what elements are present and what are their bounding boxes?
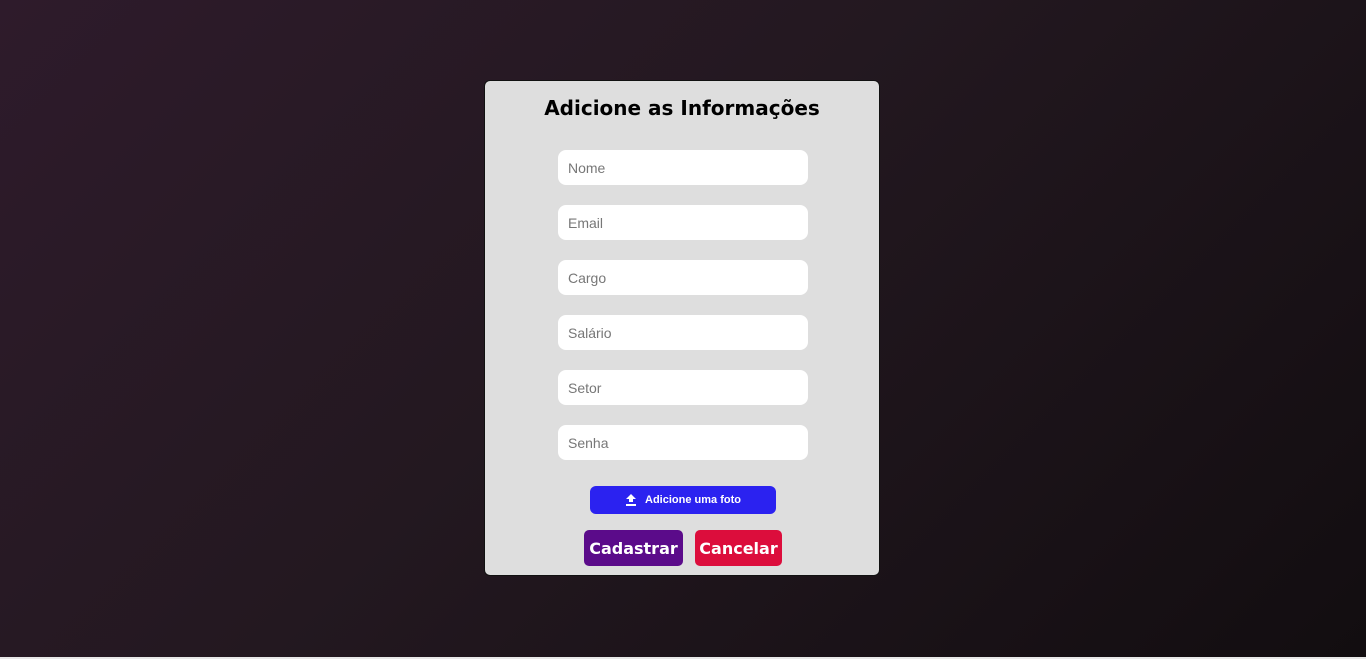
cargo-input[interactable]	[558, 260, 808, 295]
upload-photo-button[interactable]: Adicione uma foto	[590, 486, 776, 514]
cancel-button[interactable]: Cancelar	[695, 530, 782, 566]
submit-button[interactable]: Cadastrar	[584, 530, 683, 566]
salary-input[interactable]	[558, 315, 808, 350]
sector-input[interactable]	[558, 370, 808, 405]
email-input[interactable]	[558, 205, 808, 240]
registration-card: Adicione as Informações Adicione uma fot…	[484, 80, 880, 576]
upload-icon	[625, 494, 637, 506]
upload-photo-label: Adicione uma foto	[645, 494, 741, 506]
password-input[interactable]	[558, 425, 808, 460]
name-input[interactable]	[558, 150, 808, 185]
form-title: Adicione as Informações	[544, 96, 820, 120]
